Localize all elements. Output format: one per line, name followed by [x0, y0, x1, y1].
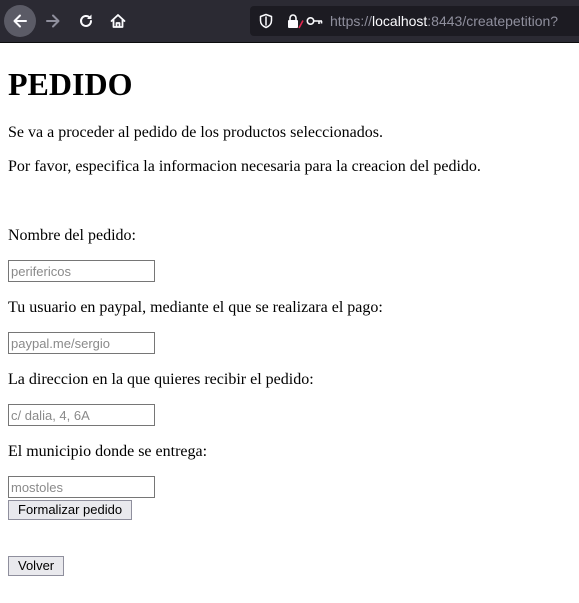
page-title: PEDIDO	[8, 66, 133, 102]
browser-toolbar: https://localhost:8443/createpetition?	[0, 0, 579, 43]
home-button[interactable]	[102, 5, 134, 37]
submit-order-button[interactable]: Formalizar pedido	[8, 500, 133, 520]
url-path: :8443/createpetition?	[427, 13, 559, 29]
address-input[interactable]	[8, 404, 155, 426]
arrow-left-icon	[13, 14, 27, 28]
url-text[interactable]: https://localhost:8443/createpetition?	[330, 13, 558, 29]
key-icon[interactable]	[306, 13, 324, 29]
lock-warning-icon[interactable]	[286, 13, 304, 29]
order-name-input[interactable]	[8, 260, 155, 282]
url-prefix: https://	[330, 13, 373, 29]
url-host: localhost	[372, 13, 428, 29]
reload-button[interactable]	[70, 5, 102, 37]
city-input[interactable]	[8, 476, 155, 498]
address-bar[interactable]: https://localhost:8443/createpetition?	[250, 6, 579, 36]
paypal-label: Tu usuario en paypal, mediante el que se…	[8, 299, 383, 316]
address-label: La direccion en la que quieres recibir e…	[8, 371, 314, 388]
forward-button[interactable]	[37, 5, 69, 37]
paypal-input[interactable]	[8, 332, 155, 354]
order-name-label: Nombre del pedido:	[8, 227, 136, 244]
shield-icon[interactable]	[258, 13, 274, 29]
back-button[interactable]	[4, 5, 36, 37]
city-label: El municipio donde se entrega:	[8, 443, 208, 460]
intro-text-2: Por favor, especifica la informacion nec…	[8, 158, 481, 175]
reload-icon	[80, 14, 92, 27]
back-link-button[interactable]: Volver	[8, 556, 65, 576]
arrow-right-icon	[46, 14, 60, 28]
intro-text-1: Se va a proceder al pedido de los produc…	[8, 124, 383, 141]
home-icon	[110, 14, 126, 28]
